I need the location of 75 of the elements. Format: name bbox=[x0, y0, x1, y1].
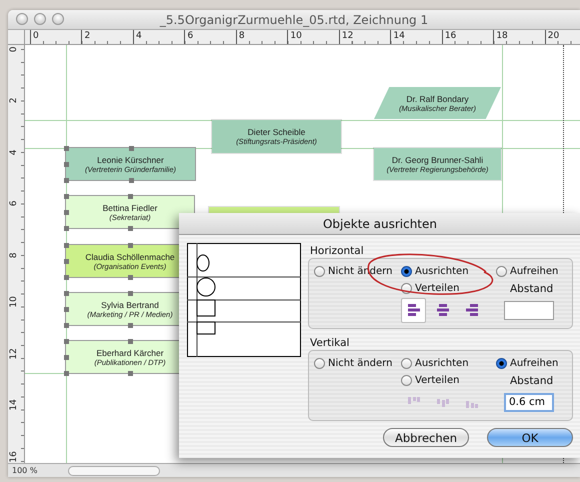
section-label: Vertikal bbox=[310, 337, 350, 349]
ruler-label: 8 bbox=[236, 30, 245, 44]
selection-handle[interactable] bbox=[128, 323, 133, 328]
ruler-label: 20 bbox=[544, 30, 560, 44]
selection-handle[interactable] bbox=[128, 339, 133, 344]
selection-handle[interactable] bbox=[64, 259, 69, 264]
spacing-label: Abstand bbox=[509, 282, 554, 294]
radio-button[interactable]: Verteilen bbox=[401, 280, 496, 297]
ruler-label: 6 bbox=[184, 30, 194, 44]
selection-handle[interactable] bbox=[64, 146, 69, 151]
selection-handle[interactable] bbox=[128, 275, 133, 280]
zoom-button[interactable] bbox=[52, 13, 64, 25]
person-name: Claudia Schöllenmache bbox=[85, 252, 175, 262]
ruler-label: 6 bbox=[9, 200, 19, 207]
spacing-field[interactable] bbox=[504, 300, 554, 320]
ruler-label: 10 bbox=[287, 30, 302, 44]
ruler-label: 12 bbox=[9, 348, 19, 360]
align-button[interactable] bbox=[401, 298, 426, 322]
selection-handle[interactable] bbox=[64, 210, 69, 215]
selection-handle[interactable] bbox=[128, 194, 133, 199]
ruler-label: 16 bbox=[9, 450, 19, 462]
selection-handle[interactable] bbox=[64, 307, 69, 312]
section-label: Horizontal bbox=[310, 245, 365, 257]
selection-handle[interactable] bbox=[64, 243, 69, 248]
ruler-label: 18 bbox=[493, 30, 508, 44]
minimize-button[interactable] bbox=[34, 13, 46, 25]
window-title: _5.5OrganigrZurmuehle_05.rtd, Zeichnung 1 bbox=[160, 12, 428, 26]
ruler-label: 0 bbox=[9, 46, 19, 52]
selection-handle[interactable] bbox=[64, 194, 69, 199]
radio-button[interactable]: Ausrichten bbox=[401, 263, 496, 280]
ruler-label: 2 bbox=[81, 30, 90, 44]
selection-handle[interactable] bbox=[64, 226, 69, 231]
ruler-label: 0 bbox=[30, 30, 39, 44]
person-name: Leonie Kürschner bbox=[97, 154, 164, 164]
selection-handle[interactable] bbox=[128, 371, 133, 376]
close-button[interactable] bbox=[16, 13, 28, 25]
selection-handle[interactable] bbox=[64, 355, 69, 360]
person-name: Dr. Georg Brunner-Sahli bbox=[392, 154, 484, 164]
ruler-label: 16 bbox=[442, 30, 456, 44]
selection-handle[interactable] bbox=[64, 371, 69, 376]
bar-align-icon bbox=[464, 304, 478, 316]
radio-button[interactable]: Aufreihen bbox=[496, 263, 568, 280]
selection-handle[interactable] bbox=[64, 178, 69, 183]
person-name: Dr. Ralf Bondary bbox=[406, 94, 469, 104]
bar-align-icon bbox=[436, 304, 450, 316]
ruler-label: 14 bbox=[9, 399, 19, 411]
bar-align-icon bbox=[436, 396, 450, 408]
selection-handle[interactable] bbox=[64, 291, 69, 296]
scrollbar[interactable] bbox=[68, 466, 160, 476]
ok-button[interactable]: OK bbox=[487, 428, 573, 447]
bar-align-icon bbox=[406, 304, 420, 316]
spacing-label: Abstand bbox=[509, 374, 554, 386]
selection-handle[interactable] bbox=[64, 323, 69, 328]
selection-handle[interactable] bbox=[128, 226, 133, 231]
ruler-label: 10 bbox=[9, 296, 19, 308]
ruler-label: 2 bbox=[9, 98, 19, 104]
selection-handle[interactable] bbox=[128, 243, 133, 248]
cancel-button[interactable]: Abbrechen bbox=[383, 428, 469, 447]
selection-handle[interactable] bbox=[64, 275, 69, 280]
dialog-title: Objekte ausrichten bbox=[179, 213, 580, 235]
selection-handle[interactable] bbox=[64, 162, 69, 167]
ruler-label: 14 bbox=[390, 30, 405, 44]
selection-handle[interactable] bbox=[64, 339, 69, 344]
ruler-label: 4 bbox=[132, 30, 142, 44]
person-name: Sylvia Bertrand bbox=[101, 300, 159, 310]
ruler-label: 8 bbox=[9, 252, 19, 258]
person-name: Eberhard Kärcher bbox=[96, 348, 164, 358]
person-name: Dieter Scheible bbox=[248, 127, 306, 137]
selection-handle[interactable] bbox=[128, 146, 134, 151]
selection-handle[interactable] bbox=[128, 291, 133, 296]
person-name: Bettina Fiedler bbox=[102, 202, 158, 212]
ruler-label: 4 bbox=[9, 150, 19, 156]
selection-handle[interactable] bbox=[128, 178, 134, 183]
ruler-label: 12 bbox=[338, 30, 354, 44]
zoom-level[interactable]: 100 % bbox=[12, 466, 62, 475]
